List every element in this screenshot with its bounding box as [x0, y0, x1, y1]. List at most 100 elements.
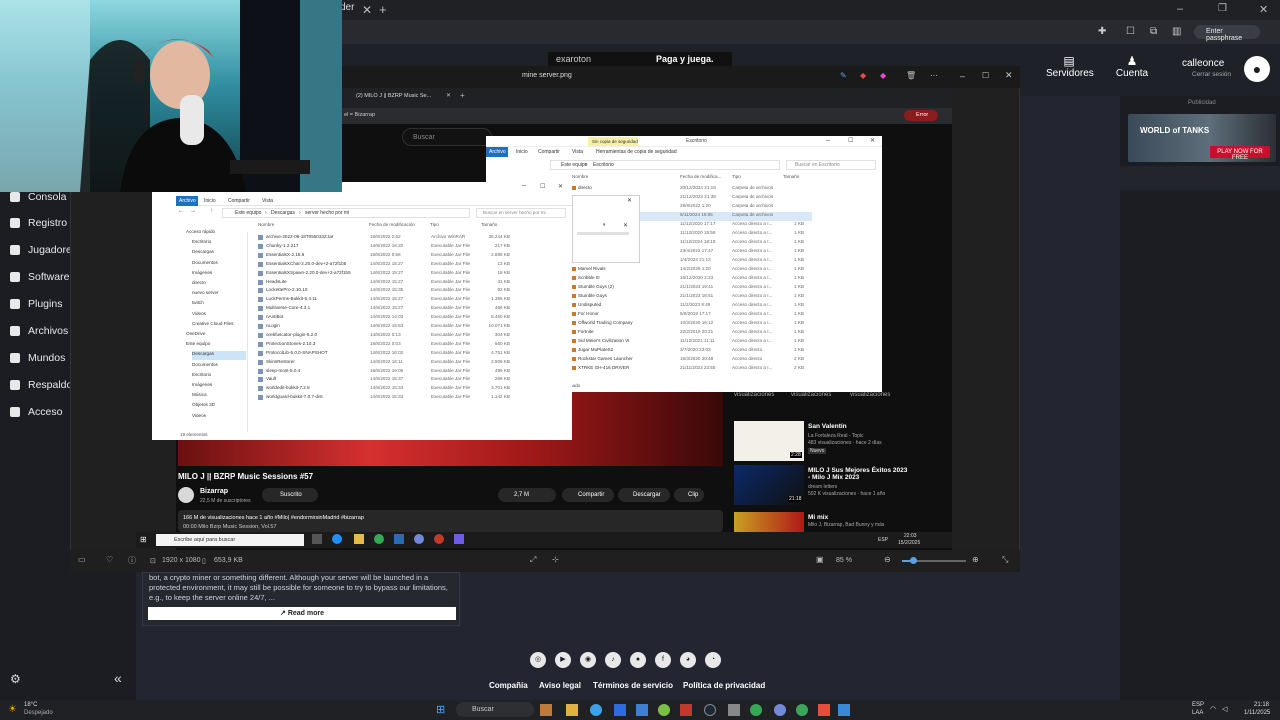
subscribed-button[interactable]: Suscrito	[262, 488, 318, 502]
file-row[interactable]: Rockstar Games Launcher 15/3/2020 20:48 Ac…	[572, 356, 812, 365]
col-type[interactable]: Tipo	[732, 174, 741, 179]
task-view-icon[interactable]	[312, 534, 322, 544]
file-row[interactable]: For Honor 5/8/2019 17:17 Acceso directo a …	[572, 311, 812, 320]
footer-link-privacy[interactable]: Política de privacidad	[683, 681, 765, 690]
nav-item[interactable]: Documentos	[192, 260, 218, 269]
minimize-icon[interactable]: –	[1177, 3, 1183, 15]
windows-start-icon[interactable]: ⊞	[140, 535, 147, 544]
zoom-out-icon[interactable]: ⊖	[884, 555, 891, 564]
nav-item[interactable]: Descargas	[192, 249, 214, 258]
sidebar-item-mundos[interactable]: Mundos	[10, 350, 65, 366]
file-row[interactable]: Stumble Guys 21/1/2023 18:51 Acceso direct…	[572, 293, 812, 302]
col-name[interactable]: Nombre	[258, 222, 274, 227]
zoom-slider[interactable]	[902, 557, 966, 564]
wifi-icon[interactable]: ◠	[1210, 705, 1216, 713]
rec-item[interactable]: San Valentín La Fortaleza Real - Topic 4…	[734, 421, 914, 461]
nav-item[interactable]: Descargas	[192, 351, 246, 361]
up-icon[interactable]: ↑	[210, 208, 213, 214]
store-icon[interactable]	[614, 704, 626, 716]
sidebar-item-jugadores[interactable]: Jugadores	[10, 242, 77, 258]
nav-item[interactable]: Este equipo	[186, 341, 210, 350]
forward-icon[interactable]: →	[190, 208, 196, 214]
ribbon-tab-vista[interactable]: Vista	[262, 198, 273, 204]
breadcrumb-item[interactable]: Este equipo	[561, 162, 587, 168]
info-icon[interactable]: ⓘ	[128, 555, 136, 566]
nav-item[interactable]: twitch	[192, 300, 204, 309]
file-row[interactable]: Fortnite 22/2/2019 20:21 Acceso directo a …	[572, 329, 812, 338]
sidebar-item-registro[interactable]: Registro	[10, 215, 67, 231]
servers-nav[interactable]: ▤ Servidores	[1046, 54, 1094, 79]
passphrase-button[interactable]: Enter passphrase	[1194, 25, 1260, 42]
clock-time[interactable]: 21:18	[1254, 702, 1269, 708]
edit-icon[interactable]: ✎	[840, 71, 847, 80]
explorer-icon[interactable]	[566, 704, 578, 716]
nav-item[interactable]: Imágenes	[192, 382, 212, 391]
col-name[interactable]: Nombre	[572, 174, 588, 179]
crop-icon[interactable]: ⊹	[552, 555, 559, 564]
address-bar[interactable]: Este equipo › Descargas › server hecho p…	[222, 208, 470, 218]
search-box[interactable]: Buscar en Escritorio	[786, 160, 876, 170]
share-button[interactable]: Compartir	[562, 488, 614, 502]
breadcrumb-item[interactable]: server hecho por mi	[305, 210, 349, 216]
weather-icon[interactable]: ☀	[8, 704, 17, 715]
close-icon[interactable]: ✕	[627, 197, 632, 204]
browser-tab[interactable]: der	[340, 2, 354, 20]
app-icon[interactable]	[454, 534, 464, 544]
minimize-icon[interactable]: –	[960, 71, 965, 81]
share-icon[interactable]: ◆	[860, 71, 866, 80]
error-badge[interactable]: Error	[904, 110, 938, 121]
rec-item[interactable]: Mi mix Milo J, Bizarrap, Bad Bunny y más	[734, 512, 914, 532]
tiktok-icon[interactable]: ♪	[605, 652, 621, 668]
nav-item[interactable]: Imágenes	[192, 270, 212, 279]
rec-item[interactable]: MILO J Sus Mejores Éxitos 2023 - Milo J …	[734, 465, 914, 505]
sidepanel-icon[interactable]: ▥	[1172, 26, 1181, 37]
footer-link-company[interactable]: Compañía	[489, 681, 528, 690]
nav-item[interactable]: OneDrive	[186, 331, 205, 340]
nav-item[interactable]: Videos	[192, 311, 206, 320]
file-row[interactable]: XTRKE GH-416 DRIVER 21/11/2023 22:55 Acces…	[572, 365, 812, 374]
sidebar-item-respaldo[interactable]: Respaldo	[10, 377, 72, 393]
channel-name[interactable]: Bizarrap	[200, 488, 228, 495]
new-tab-icon[interactable]: +	[379, 2, 387, 17]
volume-icon[interactable]: ◁	[1222, 705, 1227, 713]
sidebar-item-archivos[interactable]: Archivos	[10, 323, 68, 339]
inner-taskbar-search[interactable]: Escribe aquí para buscar	[156, 534, 304, 546]
delete-icon[interactable]: 🗑	[906, 71, 916, 80]
draw-icon[interactable]: ◆	[880, 71, 886, 80]
zoom-in-icon[interactable]: ⊕	[972, 555, 979, 564]
ribbon-tab-compartir[interactable]: Compartir	[538, 149, 560, 155]
top-banner[interactable]: exaroton Paga y juega.	[548, 52, 732, 66]
description-box[interactable]: 166 M de visualizaciones hace 1 año #Mil…	[178, 510, 723, 532]
ribbon-tab-vista[interactable]: Vista	[572, 149, 583, 155]
footer-link-terms[interactable]: Términos de servicio	[593, 681, 673, 690]
file-row[interactable]: Offworld Trading Company 10/3/2020 16:12 A…	[572, 320, 812, 329]
extensions-icon[interactable]: ✚	[1098, 26, 1106, 37]
instagram-icon[interactable]: ◎	[530, 652, 546, 668]
app-icon[interactable]	[680, 704, 692, 716]
windows-start-icon[interactable]: ⊞	[436, 703, 445, 716]
breadcrumb-item[interactable]: Este equipo	[235, 210, 261, 216]
file-row[interactable]: Marvel Rivals 14/2/2025 1:20 Acceso direct…	[572, 266, 812, 275]
share-icon[interactable]: ☐	[1126, 26, 1135, 37]
address-bar[interactable]: Este equipo › Escritorio	[550, 160, 780, 170]
new-tab-icon[interactable]: +	[460, 91, 465, 100]
app-icon[interactable]	[728, 704, 740, 716]
inner-tab[interactable]: (2) MILO J || BZRP Music Se...	[356, 93, 456, 99]
nav-item[interactable]: Música	[192, 392, 207, 401]
fullscreen-icon[interactable]: ⤡	[1002, 555, 1008, 565]
maximize-icon[interactable]: ❐	[1218, 3, 1227, 14]
discord-icon[interactable]: ◉	[580, 652, 596, 668]
nav-item[interactable]: Creative Cloud Files	[192, 321, 233, 330]
close-tab-icon[interactable]: ✕	[446, 92, 451, 99]
col-date[interactable]: Fecha de modificación	[369, 222, 415, 227]
zoom-slider-handle[interactable]	[910, 557, 917, 564]
backup-tools-tab[interactable]: Sin copia de seguridad	[588, 137, 638, 146]
ribbon-tab-archivo[interactable]: Archivo	[486, 147, 508, 157]
file-row[interactable]: directo 20/12/2024 21:18 Carpeta de archiv…	[572, 185, 812, 194]
collapse-sidebar-icon[interactable]: «	[114, 670, 122, 686]
photos-icon[interactable]	[838, 704, 850, 716]
maximize-icon[interactable]: ☐	[540, 183, 545, 190]
close-icon[interactable]: ✕	[1005, 70, 1013, 81]
back-icon[interactable]: ←	[178, 208, 184, 214]
favorite-icon[interactable]: ♡	[106, 555, 113, 564]
